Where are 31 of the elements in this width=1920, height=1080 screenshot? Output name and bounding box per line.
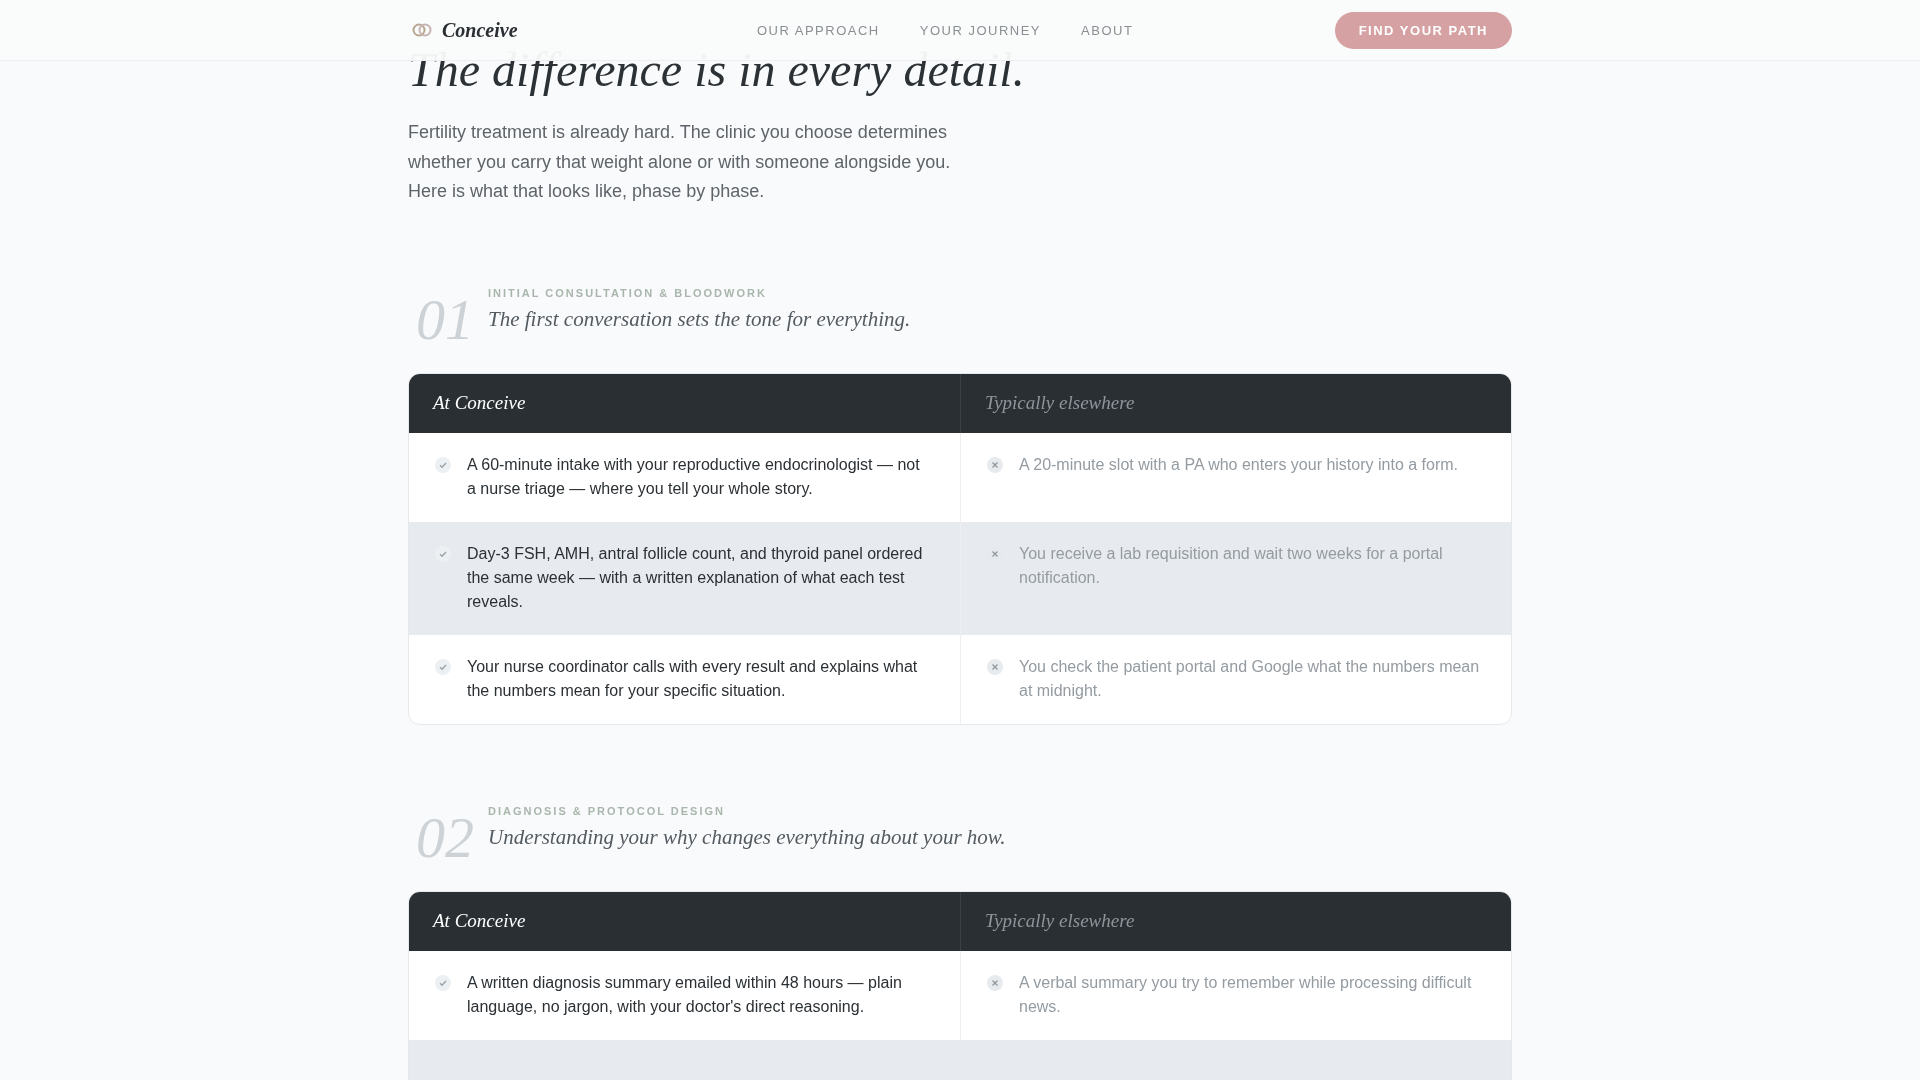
table-cell-text: A verbal summary you try to remember while processing difficult news. xyxy=(1019,972,1473,1017)
table-cell-text: A 60-minute intake with your reproductive endocrinologist — not a nurse triage — where you tell your whole story. xyxy=(467,454,921,499)
table-cell-text: You check the patient portal and Google what the numbers mean at midnight. xyxy=(1019,656,1481,701)
table-cell-text: Day-3 FSH, AMH, antral follicle count, and thyroid panel ordered the same week — with a written explanation of what each test reveals. xyxy=(467,543,924,612)
rings-logo-icon xyxy=(412,22,432,38)
table-cell-text: You receive a lab requisition and wait two weeks for a portal notification. xyxy=(1019,543,1444,588)
nav-link[interactable]: YOUR JOURNEY xyxy=(919,22,1042,38)
table-cell-text: A written diagnosis summary emailed within 48 hours — plain language, no jargon, with your doctor's direct reasoning. xyxy=(467,972,903,1017)
check-icon xyxy=(435,456,451,473)
phase-subtitle: The first conversation sets the tone for everything. xyxy=(488,306,911,332)
check-icon xyxy=(435,974,451,991)
column-header: Typically elsewhere xyxy=(960,891,1511,951)
phase-label: INITIAL CONSULTATION & BLOODWORK xyxy=(488,286,768,299)
check-icon xyxy=(435,545,451,562)
find-your-path-button[interactable]: FIND YOUR PATH xyxy=(1334,11,1512,49)
column-header: At Conceive xyxy=(431,391,527,415)
cross-icon xyxy=(987,658,1003,675)
column-header: Typically elsewhere xyxy=(960,373,1511,433)
intro-paragraph: Fertility treatment is already hard. The clinic you choose determines whether you carry that weight alone or with someone alongside you. Here is what that looks like, phase by phase. xyxy=(408,121,952,203)
cross-icon xyxy=(987,974,1003,991)
nav-link[interactable]: OUR APPROACH xyxy=(757,22,880,38)
brand-name[interactable]: Conceive xyxy=(442,18,518,42)
check-icon xyxy=(435,658,451,675)
phase-label: DIAGNOSIS & PROTOCOL DESIGN xyxy=(488,804,726,817)
page-title: The difference is in every detail. xyxy=(408,42,1026,98)
cross-icon xyxy=(987,456,1003,473)
table-cell-text: A 20-minute slot with a PA who enters your history into a form. xyxy=(1019,454,1458,475)
table-cell-text: Your nurse coordinator calls with every result and explains what the numbers mean for your specific situation. xyxy=(467,656,919,701)
phase-subtitle: Understanding your why changes everything about your how. xyxy=(488,824,1006,850)
nav-link[interactable]: ABOUT xyxy=(1081,22,1134,38)
column-header: At Conceive xyxy=(431,909,527,933)
